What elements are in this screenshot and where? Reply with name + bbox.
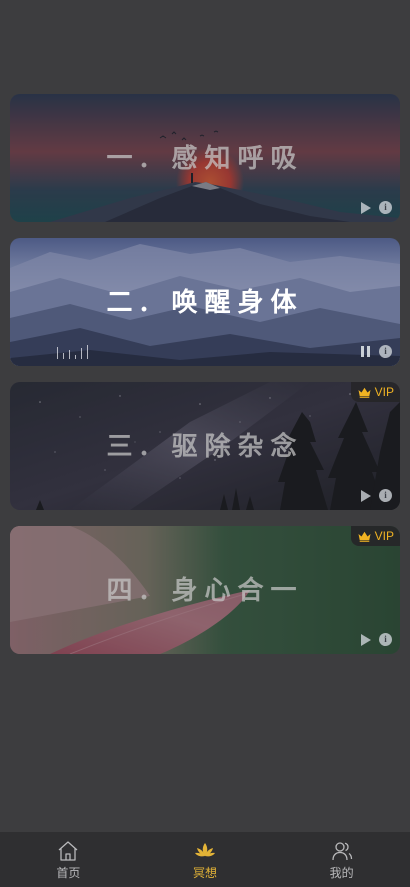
play-icon[interactable] <box>361 489 371 502</box>
tab-mine-label: 我的 <box>329 865 354 880</box>
tab-mine[interactable]: 我的 <box>273 832 410 887</box>
card-title: 四. 身心合一 <box>106 576 304 606</box>
tab-meditate-label: 冥想 <box>193 865 218 880</box>
lotus-icon <box>195 842 215 856</box>
home-icon <box>58 840 78 861</box>
card-title: 二. 唤醒身体 <box>106 288 304 318</box>
crown-icon <box>358 387 371 398</box>
info-icon[interactable]: i <box>379 345 392 358</box>
card-title: 一. 感知呼吸 <box>106 144 304 174</box>
meditation-card-4[interactable]: 四. 身心合一 VIP i <box>10 526 400 654</box>
bottom-tab-bar: 首页 冥想 我的 <box>0 832 410 887</box>
info-icon[interactable]: i <box>379 633 392 646</box>
vip-badge: VIP <box>350 382 400 402</box>
meditation-card-1[interactable]: 一. 感知呼吸 i <box>10 94 400 222</box>
audio-level-indicator <box>57 345 88 359</box>
pause-icon[interactable] <box>360 346 371 357</box>
user-icon <box>332 841 352 860</box>
info-icon[interactable]: i <box>379 201 392 214</box>
vip-label: VIP <box>374 529 394 543</box>
play-icon[interactable] <box>361 633 371 646</box>
vip-badge: VIP <box>350 526 400 546</box>
crown-icon <box>358 531 371 542</box>
info-icon[interactable]: i <box>379 489 392 502</box>
play-icon[interactable] <box>361 201 371 214</box>
meditation-card-2[interactable]: 二. 唤醒身体 i <box>10 238 400 366</box>
tab-home-label: 首页 <box>56 865 81 880</box>
tab-home[interactable]: 首页 <box>0 832 137 887</box>
meditation-card-3[interactable]: 三. 驱除杂念 VIP i <box>10 382 400 510</box>
card-title: 三. 驱除杂念 <box>106 432 304 462</box>
vip-label: VIP <box>374 385 394 399</box>
tab-meditate[interactable]: 冥想 <box>137 832 274 887</box>
